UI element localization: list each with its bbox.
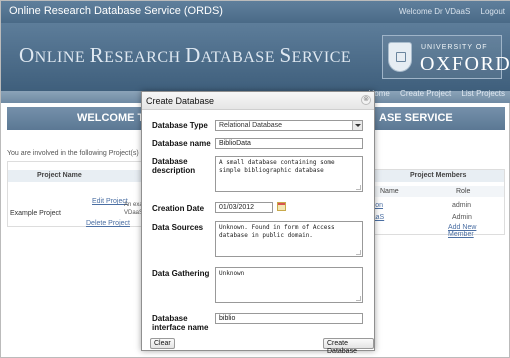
site-title: ONLINE RESEARCH DATABASE SERVICE — [19, 43, 352, 67]
role-column[interactable]: Role — [456, 188, 470, 195]
member-role: Admin — [452, 214, 472, 221]
member-role: admin — [452, 202, 472, 209]
dialog-title: Create Database — [146, 96, 215, 106]
data-sources-label: Data Sources — [152, 223, 204, 232]
chevron-down-icon[interactable] — [352, 121, 362, 130]
creation-date-input[interactable]: 01/03/2012 — [215, 202, 273, 213]
interface-name-label: Database interface name — [152, 314, 209, 332]
calendar-icon[interactable] — [277, 202, 286, 211]
members-table: Project Members Name Role Wilson admin V… — [361, 169, 505, 238]
database-type-label: Database Type — [152, 121, 208, 130]
user-area: Welcome Dr VDaaS Logout — [391, 7, 505, 16]
resize-handle-icon[interactable] — [356, 250, 361, 255]
dialog-header: Create Database ⊗ — [142, 92, 374, 110]
database-type-select[interactable]: Relational Database — [215, 120, 363, 131]
nav-create-project[interactable]: Create Project — [400, 89, 451, 98]
main-nav: Home Create Project List Projects — [360, 89, 505, 98]
delete-project-link[interactable]: Delete Project — [86, 220, 130, 227]
members-title: Project Members — [410, 172, 467, 179]
database-name-input[interactable]: BiblioData — [215, 138, 363, 149]
data-gathering-label: Data Gathering — [152, 269, 210, 278]
nav-list-projects[interactable]: List Projects — [461, 89, 505, 98]
data-sources-textarea[interactable]: Unknown. Found in form of Access databas… — [215, 221, 363, 257]
create-database-dialog: Create Database ⊗ Database Type Relation… — [141, 91, 375, 355]
interface-name-input[interactable]: biblio — [215, 313, 363, 324]
clear-button[interactable]: Clear — [150, 338, 175, 349]
resize-handle-icon[interactable] — [356, 296, 361, 301]
close-icon[interactable]: ⊗ — [361, 95, 371, 105]
database-description-label: Database description — [152, 157, 196, 175]
project-name-column: Project Name — [37, 172, 82, 179]
data-gathering-textarea[interactable]: Unknown — [215, 267, 363, 303]
create-database-button[interactable]: Create Database — [323, 338, 374, 355]
resize-handle-icon[interactable] — [356, 185, 361, 190]
welcome-user: Welcome Dr VDaaS — [398, 7, 471, 16]
header-banner: ONLINE RESEARCH DATABASE SERVICE UNIVERS… — [1, 23, 510, 91]
oxford-crest-icon — [388, 42, 412, 72]
name-column[interactable]: Name — [380, 188, 399, 195]
app-title: Online Research Database Service (ORDS) — [9, 5, 223, 17]
involved-text: You are involved in the following Projec… — [7, 150, 139, 157]
university-logo: UNIVERSITY OF OXFORD — [382, 35, 510, 79]
database-description-textarea[interactable]: A small database containing some simple … — [215, 156, 363, 192]
edit-project-link[interactable]: Edit Project — [92, 198, 128, 205]
top-bar: Online Research Database Service (ORDS) … — [1, 1, 510, 23]
project-name-cell: Example Project — [10, 210, 61, 217]
database-name-label: Database name — [152, 139, 211, 148]
logout-link[interactable]: Logout — [481, 7, 505, 16]
add-member-link[interactable]: Add New Member — [448, 224, 504, 238]
creation-date-label: Creation Date — [152, 204, 205, 213]
